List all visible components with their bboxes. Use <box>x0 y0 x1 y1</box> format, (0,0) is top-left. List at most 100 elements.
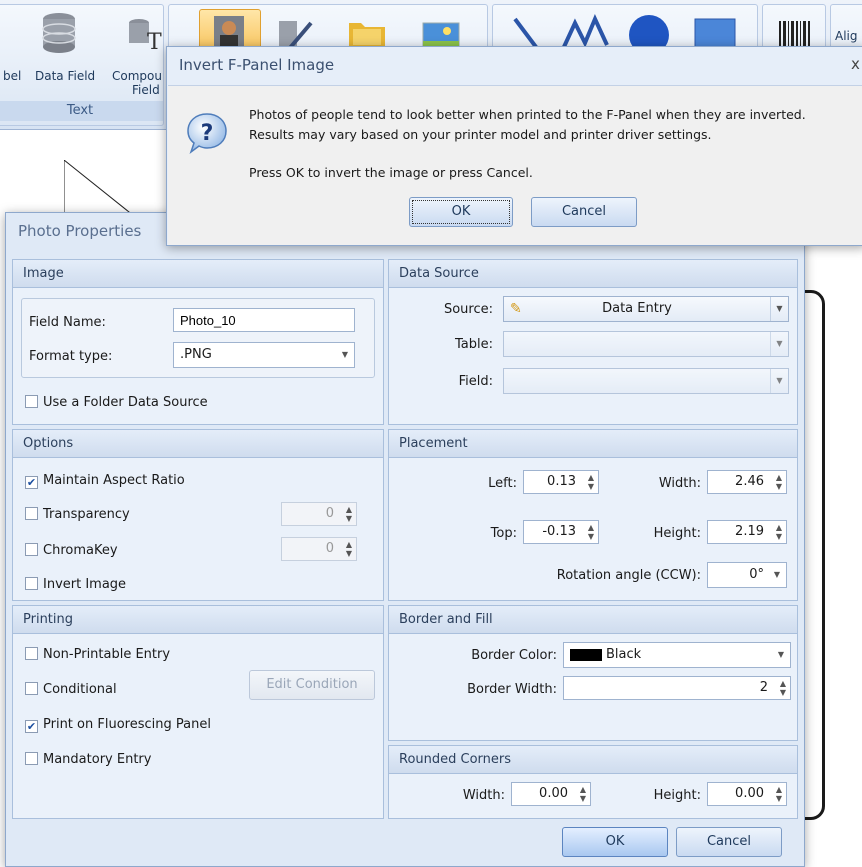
edit-condition-button[interactable]: Edit Condition <box>249 670 375 700</box>
format-type-label: Format type: <box>29 349 113 364</box>
corner-height-label: Height: <box>653 788 701 803</box>
align-button[interactable]: Alig <box>835 29 858 43</box>
check-icon: ✔ <box>25 476 38 489</box>
printing-header: Printing <box>13 606 383 634</box>
border-color-select[interactable]: Black ▼ <box>563 642 791 668</box>
use-folder-label: Use a Folder Data Source <box>43 395 208 410</box>
width-spinner[interactable]: 2.46 ▲ ▼ <box>707 470 787 494</box>
use-folder-checkbox[interactable]: Use a Folder Data Source <box>25 395 208 411</box>
corner-width-spinner[interactable]: 0.00 ▲ ▼ <box>511 782 591 806</box>
rotation-select[interactable]: 0° ▼ <box>707 562 787 588</box>
field-name-input[interactable] <box>173 308 355 332</box>
data-source-header: Data Source <box>389 260 797 288</box>
data-field-button[interactable]: Data Field <box>35 69 95 83</box>
source-label: Source: <box>443 302 493 317</box>
transparency-value: 0 <box>325 506 334 521</box>
image-panel-header: Image <box>13 260 383 288</box>
left-value: 0.13 <box>547 474 576 489</box>
chromakey-spinner[interactable]: 0 ▲ ▼ <box>281 537 357 561</box>
border-width-spinner[interactable]: 2 ▲ ▼ <box>563 676 791 700</box>
compound-field-icon[interactable]: T <box>125 15 165 55</box>
placement-header: Placement <box>389 430 797 458</box>
options-header: Options <box>13 430 383 458</box>
photo-ok-button[interactable]: OK <box>562 827 668 857</box>
checkbox-icon <box>25 647 38 660</box>
svg-text:T: T <box>147 30 162 55</box>
invert-ok-button[interactable]: OK <box>409 197 513 227</box>
maintain-aspect-checkbox[interactable]: ✔ Maintain Aspect Ratio <box>25 473 185 489</box>
chevron-down-icon: ▼ <box>770 297 788 321</box>
border-fill-header: Border and Fill <box>389 606 797 634</box>
spin-arrows-icon[interactable]: ▲ ▼ <box>588 523 594 541</box>
spin-arrows-icon[interactable]: ▲ ▼ <box>776 523 782 541</box>
spin-arrows-icon[interactable]: ▲ ▼ <box>346 505 352 523</box>
border-width-label: Border Width: <box>467 682 557 697</box>
format-type-value: .PNG <box>180 347 212 362</box>
close-icon[interactable]: x <box>851 55 862 73</box>
chromakey-checkbox[interactable]: ChromaKey <box>25 543 118 559</box>
checkbox-icon <box>25 395 38 408</box>
transparency-label: Transparency <box>43 507 130 522</box>
format-type-select[interactable]: .PNG ▼ <box>173 342 355 368</box>
height-value: 2.19 <box>735 524 764 539</box>
transparency-checkbox[interactable]: Transparency <box>25 507 130 523</box>
check-icon: ✔ <box>25 720 38 733</box>
left-label: Left: <box>488 476 517 491</box>
non-printable-checkbox[interactable]: Non-Printable Entry <box>25 647 170 663</box>
height-spinner[interactable]: 2.19 ▲ ▼ <box>707 520 787 544</box>
width-value: 2.46 <box>735 474 764 489</box>
field-name-label: Field Name: <box>29 315 106 330</box>
checkbox-icon <box>25 507 38 520</box>
spin-arrows-icon[interactable]: ▲ ▼ <box>588 473 594 491</box>
corner-width-label: Width: <box>462 788 505 803</box>
invert-image-checkbox[interactable]: Invert Image <box>25 577 126 593</box>
border-color-value: Black <box>606 647 642 662</box>
spin-arrows-icon[interactable]: ▲ ▼ <box>346 540 352 558</box>
rounded-corners-header: Rounded Corners <box>389 746 797 774</box>
top-spinner[interactable]: -0.13 ▲ ▼ <box>523 520 599 544</box>
compound-field-label: Compou <box>112 69 162 83</box>
border-fill-panel: Border and Fill Border Color: Black ▼ Bo… <box>388 605 798 741</box>
transparency-spinner[interactable]: 0 ▲ ▼ <box>281 502 357 526</box>
mandatory-checkbox[interactable]: Mandatory Entry <box>25 752 151 768</box>
placement-panel: Placement Left: 0.13 ▲ ▼ Width: 2.46 ▲ ▼ Top… <box>388 429 798 601</box>
rotation-label: Rotation angle (CCW): <box>556 568 701 583</box>
source-select[interactable]: ✎ Data Entry ▼ <box>503 296 789 322</box>
left-spinner[interactable]: 0.13 ▲ ▼ <box>523 470 599 494</box>
database-icon[interactable] <box>39 11 79 55</box>
spin-arrows-icon[interactable]: ▲ ▼ <box>776 785 782 803</box>
table-select[interactable]: ▼ <box>503 331 789 357</box>
spin-arrows-icon[interactable]: ▲ ▼ <box>580 785 586 803</box>
photo-properties-dialog: Photo Properties Image Field Name: Forma… <box>5 212 805 867</box>
field-label: Field: <box>458 374 493 389</box>
data-source-panel: Data Source Source: ✎ Data Entry ▼ Table… <box>388 259 798 425</box>
invert-cancel-button[interactable]: Cancel <box>531 197 637 227</box>
label-button[interactable]: bel <box>3 69 21 83</box>
print-fluorescing-label: Print on Fluorescing Panel <box>43 717 211 732</box>
image-panel: Image Field Name: Format type: .PNG ▼ Us… <box>12 259 384 425</box>
conditional-checkbox[interactable]: Conditional <box>25 682 117 698</box>
color-swatch <box>570 649 602 661</box>
corner-height-value: 0.00 <box>735 786 764 801</box>
chevron-down-icon: ▼ <box>770 332 788 356</box>
mandatory-label: Mandatory Entry <box>43 752 152 767</box>
rounded-corners-panel: Rounded Corners Width: 0.00 ▲ ▼ Height: 0.… <box>388 745 798 819</box>
border-color-label: Border Color: <box>471 648 557 663</box>
photo-cancel-button[interactable]: Cancel <box>676 827 782 857</box>
options-panel: Options ✔ Maintain Aspect Ratio Transpare… <box>12 429 384 601</box>
invert-image-label: Invert Image <box>43 577 127 592</box>
corner-height-spinner[interactable]: 0.00 ▲ ▼ <box>707 782 787 806</box>
spin-arrows-icon[interactable]: ▲ ▼ <box>776 473 782 491</box>
field-select[interactable]: ▼ <box>503 368 789 394</box>
border-width-value: 2 <box>759 680 768 695</box>
maintain-aspect-label: Maintain Aspect Ratio <box>43 473 185 488</box>
non-printable-label: Non-Printable Entry <box>43 647 171 662</box>
question-icon: ? <box>187 113 227 155</box>
rotation-value: 0° <box>749 567 764 582</box>
top-value: -0.13 <box>542 524 576 539</box>
compound-field-button[interactable]: Compou Field <box>112 69 172 97</box>
chevron-down-icon: ▼ <box>341 350 349 359</box>
corner-width-value: 0.00 <box>539 786 568 801</box>
print-fluorescing-checkbox[interactable]: ✔ Print on Fluorescing Panel <box>25 717 211 733</box>
spin-arrows-icon[interactable]: ▲ ▼ <box>780 679 786 697</box>
